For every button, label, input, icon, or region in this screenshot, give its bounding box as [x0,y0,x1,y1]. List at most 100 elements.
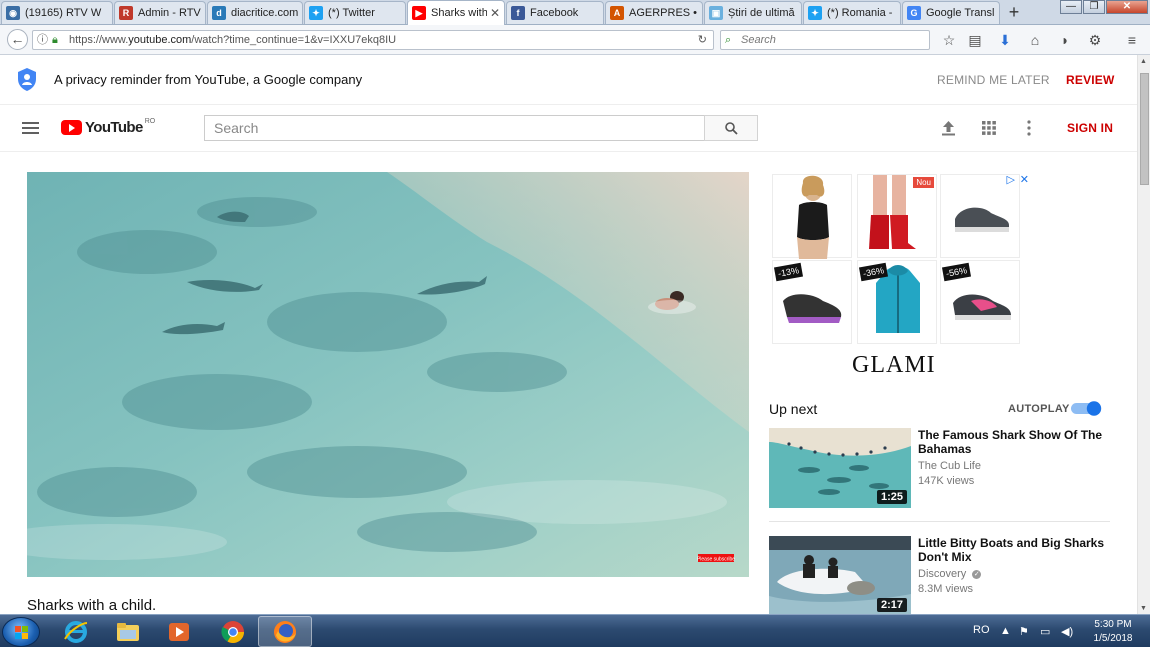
video-title: Sharks with a child. [27,597,157,614]
maximize-button[interactable]: ❐ [1083,0,1105,14]
back-arrow-icon[interactable]: ← [7,29,28,50]
view-count: 8.3M views [918,583,974,595]
browser-nav-bar: ← ⓘ 🔒︎ https://www.youtube.com/watch?tim… [0,25,1150,55]
channel-name[interactable]: The Cub Life [918,460,981,472]
hamburger-menu-icon[interactable] [22,122,39,134]
glami-brand-logo[interactable]: GLAMI [852,352,936,379]
browser-tab[interactable]: f Facebook [506,1,604,24]
view-count: 147K views [918,475,975,487]
taskbar-media-player[interactable] [152,616,206,647]
start-button[interactable] [2,617,40,647]
r-icon: R [119,6,133,20]
menu-icon[interactable]: ≡ [1122,30,1142,50]
browser-tab[interactable]: d diacritice.com [207,1,303,24]
autoplay-toggle[interactable] [1071,401,1103,416]
bookmark-star-icon[interactable]: ☆ [939,30,959,50]
new-tab-button[interactable]: + [1004,2,1024,22]
browser-tab[interactable]: A AGERPRES • A [605,1,703,24]
firefox-icon [274,620,296,643]
reading-list-icon[interactable]: ▤ [965,30,985,50]
info-icon[interactable]: ⓘ [37,31,48,49]
taskbar-explorer[interactable] [101,616,155,647]
channel-name[interactable]: Discovery ✓ [918,568,982,580]
system-clock[interactable]: 5:30 PM 1/5/2018 [1088,618,1138,646]
apps-grid-icon[interactable] [982,121,996,135]
ad-product-grey-sneakers[interactable]: ▷ ✕ [940,173,1029,258]
svg-text:Please subscribe: Please subscribe [697,557,735,563]
twitter-icon: ✦ [808,6,822,20]
ad-product-pink-sneakers[interactable]: -56% [940,260,1020,344]
adchoices-icon[interactable]: ▷ [1007,173,1015,186]
upload-icon[interactable] [941,120,956,136]
browser-tab[interactable]: G Google Transl [902,1,1000,24]
agerpres-icon: A [610,6,624,20]
video-duration: 2:17 [876,598,907,612]
up-next-item[interactable]: 2:17 Little Bitty Boats and Big Sharks D… [769,536,1110,616]
lock-icon: 🔒︎ [52,34,58,46]
minimize-button[interactable]: — [1060,0,1082,14]
page-scrollbar[interactable]: ▲ ▼ [1137,55,1150,615]
video-thumbnail[interactable]: 2:17 [769,536,911,616]
browser-tab[interactable]: ✦ (*) Twitter [304,1,406,24]
review-button[interactable]: REVIEW [1066,73,1115,87]
verified-check-icon: ✓ [972,569,982,579]
taskbar-chrome[interactable] [206,616,260,647]
up-next-item[interactable]: 1:25 The Famous Shark Show Of The Bahama… [769,428,1110,518]
media-player-icon [169,622,189,641]
google-translate-icon: G [907,6,921,20]
scrollbar-thumb[interactable] [1140,73,1149,185]
ad-product-swimsuit[interactable] [772,174,852,259]
sign-in-button[interactable]: SIGN IN [1067,121,1113,135]
browser-tab[interactable]: ◉ (19165) RTV W [1,1,113,24]
url-bar[interactable]: ⓘ 🔒︎ https://www.youtube.com/watch?time_… [32,30,714,50]
ad-close-icon[interactable]: ✕ [1020,173,1029,186]
browser-tab-active[interactable]: ▶ Sharks with ✕ [407,0,505,25]
globe-icon: ◉ [6,6,20,20]
scroll-down-arrow-icon[interactable]: ▼ [1140,605,1147,612]
youtube-logo[interactable]: YouTube RO [61,118,155,136]
new-badge: Nou [913,177,934,188]
download-icon[interactable]: ⬇ [995,30,1015,50]
browser-tab[interactable]: R Admin - RTV [114,1,206,24]
glami-ad[interactable]: Nou ▷ ✕ -13% -36% -56% GLAMI [770,172,1029,382]
shield-icon [18,68,36,91]
action-center-flag-icon[interactable]: ⚑ [1019,625,1029,638]
search-engine-icon[interactable]: ⌕ [725,31,731,49]
pocket-icon[interactable]: ◗ [1055,30,1075,50]
youtube-search-input[interactable]: Search [204,115,704,141]
extension-icon[interactable]: ⚙ [1085,30,1105,50]
volume-icon[interactable]: ◀) [1061,625,1073,638]
taskbar-ie[interactable] [49,616,103,647]
scroll-up-arrow-icon[interactable]: ▲ [1140,58,1147,65]
network-icon[interactable]: ▭ [1040,625,1050,638]
home-icon[interactable]: ⌂ [1025,30,1045,50]
ad-product-red-boots[interactable]: Nou [857,174,937,258]
reload-icon[interactable]: ↻ [698,31,707,49]
video-title-link[interactable]: Little Bitty Boats and Big Sharks Don't … [918,536,1108,564]
window-close-button[interactable]: ✕ [1106,0,1148,14]
list-divider [769,521,1110,522]
video-thumbnail[interactable]: 1:25 [769,428,911,508]
ad-product-teal-jacket[interactable]: -36% [857,260,937,344]
close-tab-icon[interactable]: ✕ [490,6,500,20]
taskbar-firefox[interactable] [258,616,312,647]
grey-sneakers-image [955,207,1009,232]
ad-product-purple-sneakers[interactable]: -13% [772,260,852,344]
browser-tab[interactable]: ✦ (*) Romania - [803,1,901,24]
keyboard-language[interactable]: RO [973,624,990,636]
url-path: /watch?time_continue=1&v=IXXU7ekq8IU [191,34,397,46]
search-icon [725,122,738,135]
privacy-message: A privacy reminder from YouTube, a Googl… [54,72,363,87]
video-title-link[interactable]: The Famous Shark Show Of The Bahamas [918,428,1108,456]
video-player[interactable]: Please subscribe [27,172,749,577]
search-button[interactable] [704,115,758,141]
browser-search-input[interactable]: ⌕ Search [720,30,930,50]
more-options-icon[interactable] [1027,120,1031,136]
show-hidden-icons-icon[interactable]: ▲ [1000,625,1011,637]
url-host: youtube.com [128,34,192,46]
windows-logo-icon [15,626,28,639]
remind-me-later-button[interactable]: REMIND ME LATER [937,73,1050,87]
d-icon: d [212,6,226,20]
chrome-icon [221,620,244,643]
browser-tab[interactable]: ▣ Știri de ultimă [704,1,802,24]
